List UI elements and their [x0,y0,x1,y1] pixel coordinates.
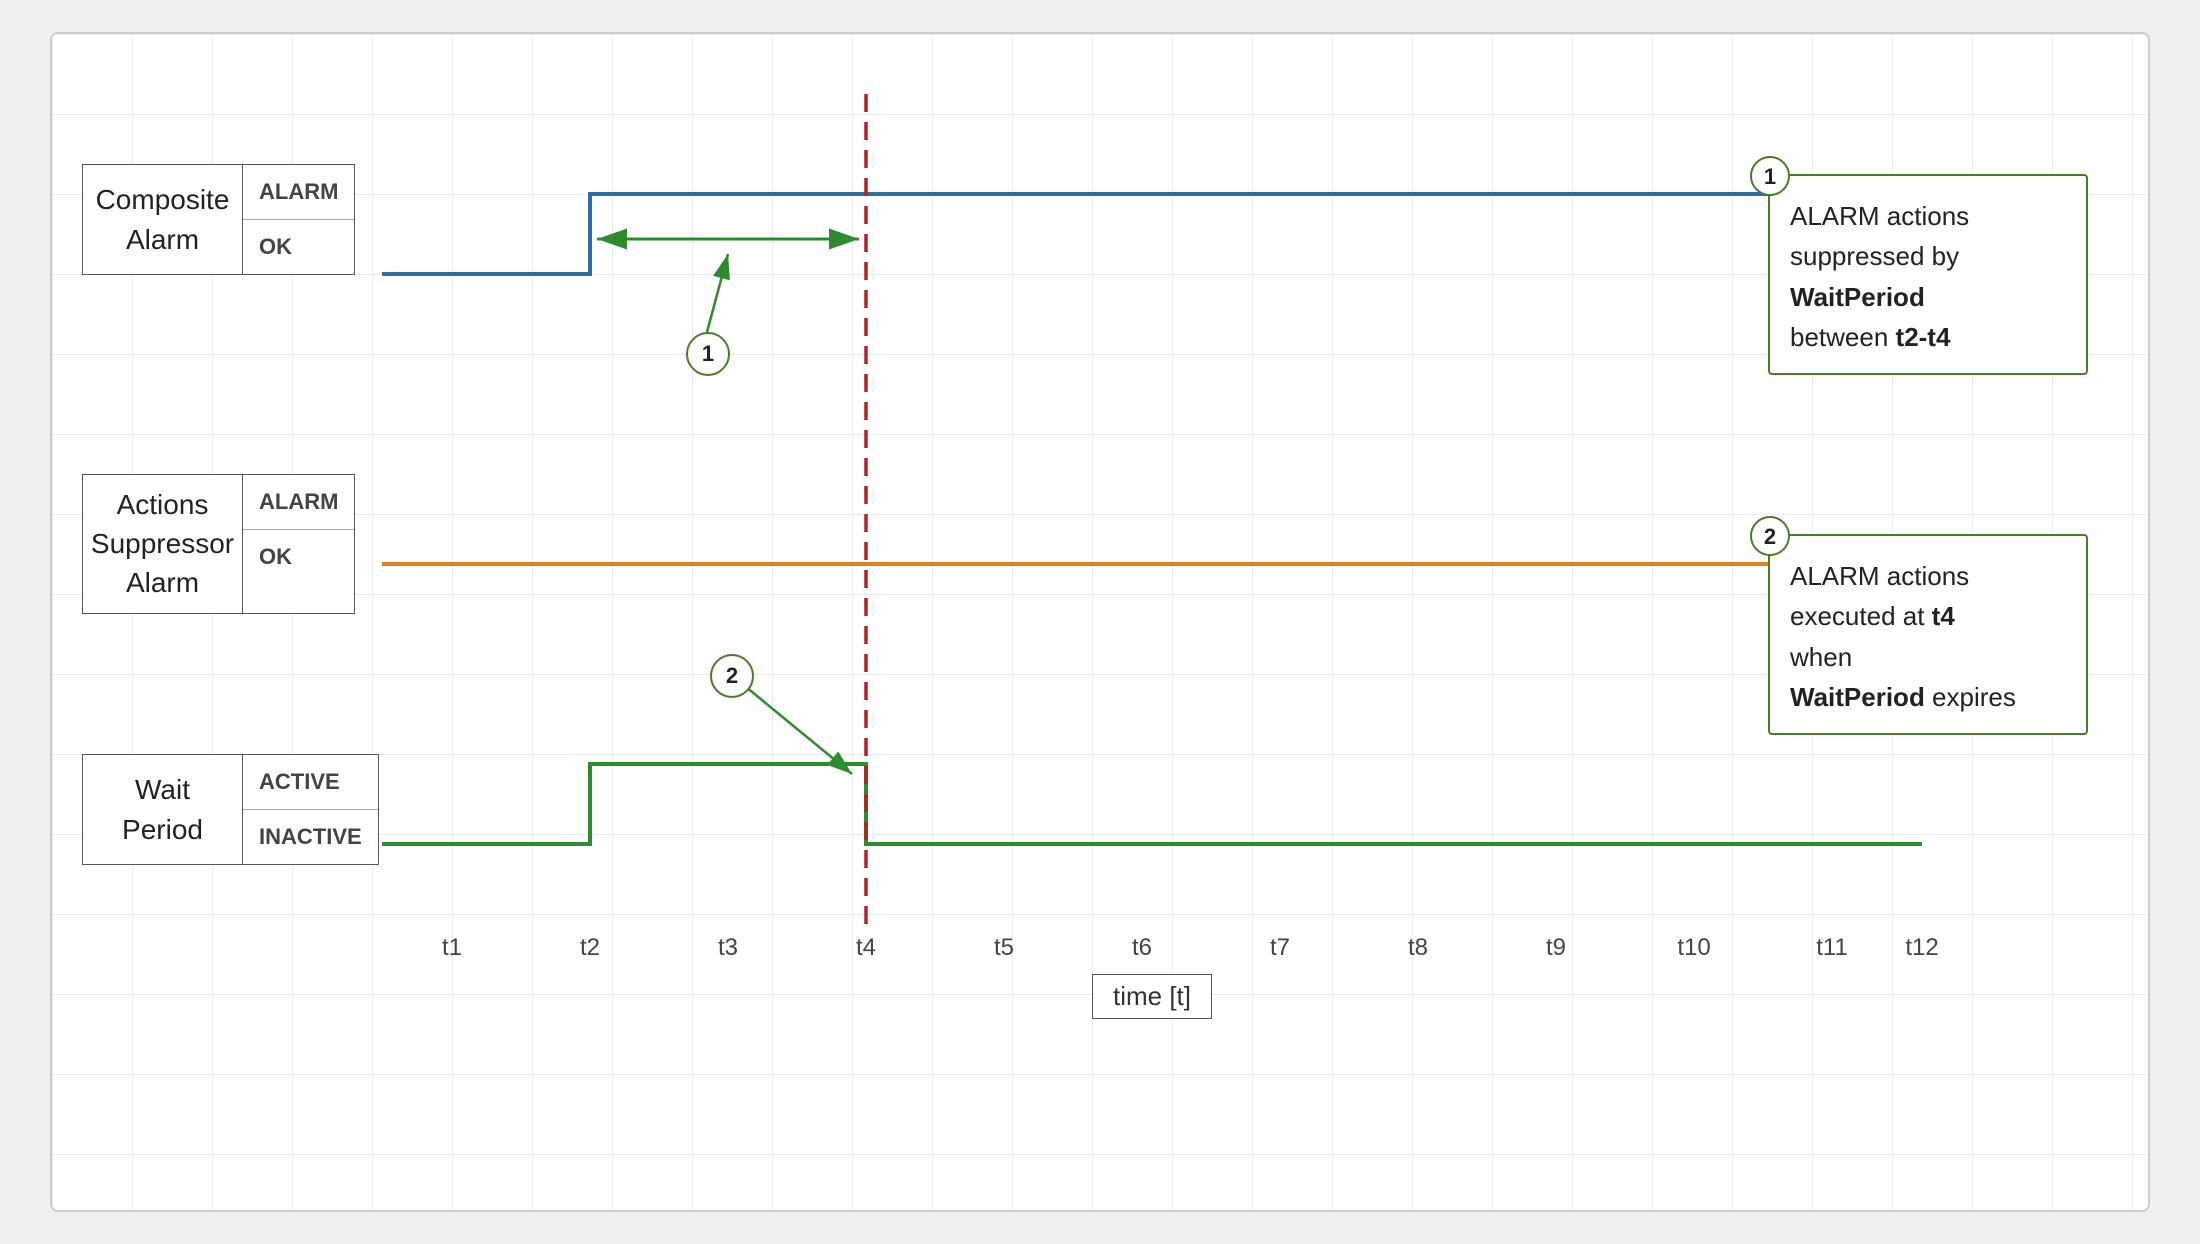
diagram-container: Composite Alarm ALARM OK Actions Suppres… [50,32,2150,1212]
time-t10: t10 [1677,934,1710,962]
callout-circle-1: 1 [686,332,730,376]
annotation-box-2: 2 ALARM actionsexecuted at t4whenWaitPer… [1768,534,2088,735]
actions-suppressor-main-label: Actions Suppressor Alarm [83,475,243,613]
time-t2: t2 [580,934,600,962]
annotation-2-number: 2 [1750,516,1790,556]
callout-circle-2: 2 [710,654,754,698]
composite-alarm-state-ok: OK [243,220,354,274]
time-t7: t7 [1270,934,1290,962]
time-t1: t1 [442,934,462,962]
time-t11: t11 [1816,934,1848,962]
composite-alarm-state-alarm: ALARM [243,165,354,220]
annotation-1-text: ALARM actionssuppressed byWaitPeriodbetw… [1790,196,2066,357]
composite-alarm-main-label: Composite Alarm [83,165,243,274]
time-t8: t8 [1408,934,1428,962]
time-axis-label: time [t] [1092,974,1212,1019]
time-t3: t3 [718,934,738,962]
actions-suppressor-label: Actions Suppressor Alarm ALARM OK [82,474,355,614]
wait-period-main-label: Wait Period [83,755,243,864]
time-t9: t9 [1546,934,1566,962]
wait-period-state-inactive: INACTIVE [243,810,378,864]
actions-suppressor-state-ok: OK [243,530,354,584]
annotation-box-1: 1 ALARM actionssuppressed byWaitPeriodbe… [1768,174,2088,375]
wait-period-state-active: ACTIVE [243,755,378,810]
time-t12: t12 [1905,934,1938,962]
annotation-1-number: 1 [1750,156,1790,196]
time-t6: t6 [1132,934,1152,962]
time-t5: t5 [994,934,1014,962]
time-t4: t4 [856,934,876,962]
actions-suppressor-state-alarm: ALARM [243,475,354,530]
wait-period-label: Wait Period ACTIVE INACTIVE [82,754,379,865]
composite-alarm-label: Composite Alarm ALARM OK [82,164,355,275]
annotation-2-text: ALARM actionsexecuted at t4whenWaitPerio… [1790,556,2066,717]
